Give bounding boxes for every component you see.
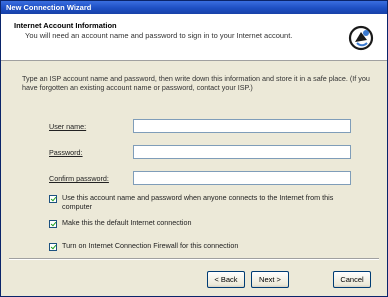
checkbox-default-connection-label: Make this the default Internet connectio… — [62, 218, 192, 227]
footer-divider — [9, 258, 379, 260]
username-label: User name: — [49, 122, 87, 131]
password-input[interactable] — [133, 145, 351, 159]
checkbox-use-account-label: Use this account name and password when … — [62, 193, 334, 211]
window-title: New Connection Wizard — [1, 1, 387, 14]
checkbox-checked-icon[interactable] — [49, 220, 57, 228]
checkbox-checked-icon[interactable] — [49, 195, 57, 203]
username-input[interactable] — [133, 119, 351, 133]
password-label: Password: — [49, 148, 83, 157]
network-wizard-icon — [348, 25, 374, 51]
intro-text: Type an ISP account name and password, t… — [22, 74, 370, 92]
wizard-content: Type an ISP account name and password, t… — [1, 61, 387, 261]
back-button[interactable]: < Back — [207, 271, 245, 288]
header-subtitle: You will need an account name and passwo… — [25, 31, 293, 40]
wizard-header: Internet Account Information You will ne… — [1, 14, 387, 61]
checkbox-firewall-label: Turn on Internet Connection Firewall for… — [62, 241, 239, 250]
checkbox-checked-icon[interactable] — [49, 243, 57, 251]
wizard-window: New Connection Wizard Internet Account I… — [0, 0, 388, 297]
header-title: Internet Account Information — [14, 21, 117, 30]
next-button[interactable]: Next > — [251, 271, 289, 288]
cancel-button[interactable]: Cancel — [333, 271, 371, 288]
confirm-password-input[interactable] — [133, 171, 351, 185]
confirm-password-label: Confirm password: — [49, 174, 109, 183]
